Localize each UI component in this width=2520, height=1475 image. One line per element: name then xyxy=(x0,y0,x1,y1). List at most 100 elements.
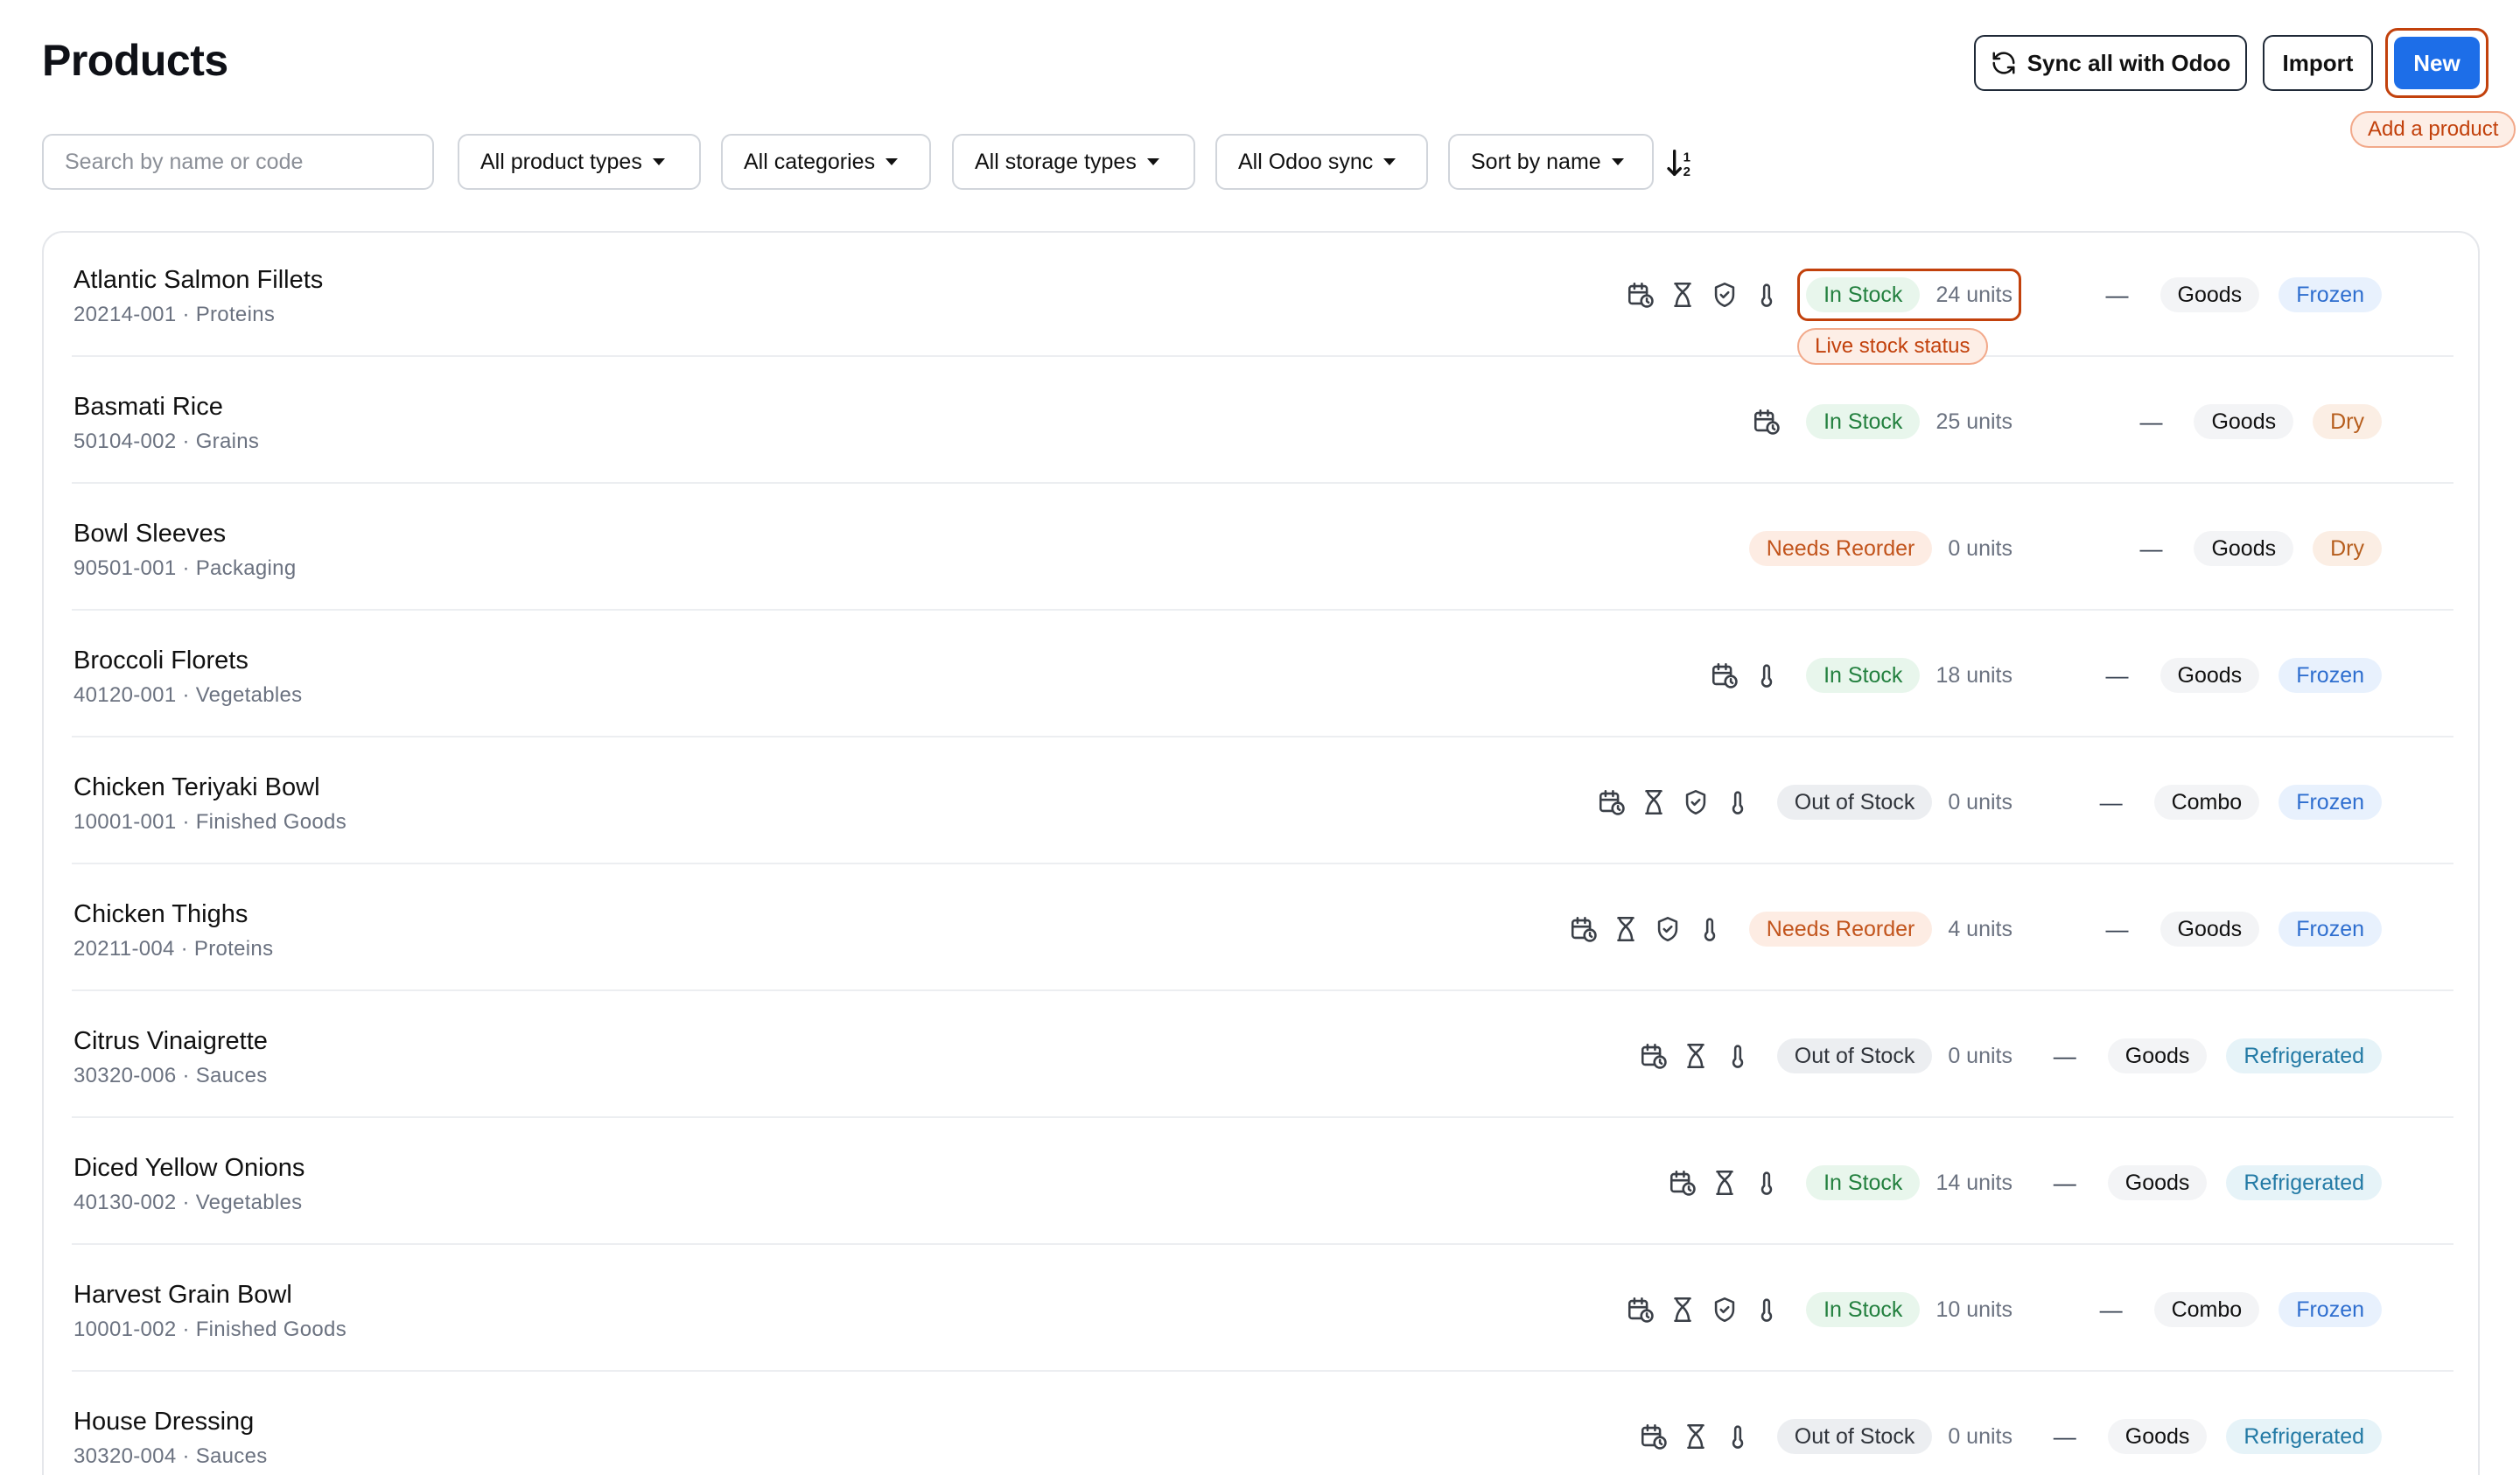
import-button[interactable]: Import xyxy=(2263,35,2373,91)
product-name[interactable]: Harvest Grain Bowl xyxy=(74,1281,292,1310)
stock-units: 4 units xyxy=(1948,916,2012,941)
product-type-filter-label: All product types xyxy=(480,149,642,174)
product-code-category: 30320-006 · Sauces xyxy=(74,1064,268,1087)
product-list: Atlantic Salmon Fillets 20214-001 · Prot… xyxy=(42,231,2480,1475)
stock-units: 14 units xyxy=(1936,1170,2012,1195)
product-type-badge: Goods xyxy=(2160,658,2260,693)
svg-text:1: 1 xyxy=(1684,150,1690,164)
calendar-clock-icon xyxy=(1571,916,1597,942)
storage-type-badge: Refrigerated xyxy=(2226,1419,2382,1454)
thermometer-icon xyxy=(1760,283,1773,307)
calendar-clock-icon xyxy=(1628,282,1654,308)
storage-type-badge: Frozen xyxy=(2278,785,2382,820)
stock-units: 10 units xyxy=(1936,1297,2012,1322)
product-code-category: 10001-001 · Finished Goods xyxy=(74,810,346,834)
stock-units: 0 units xyxy=(1948,1043,2012,1068)
shield-check-icon xyxy=(1685,789,1705,815)
product-meta: — Goods Frozen xyxy=(2106,657,2382,694)
stock-status: Out of Stock 0 units xyxy=(1639,1038,2012,1074)
product-meta: — Goods Frozen xyxy=(2106,911,2382,947)
category-filter[interactable]: All categories xyxy=(721,134,931,190)
product-attribute-icons xyxy=(1752,407,1782,437)
caret-down-icon xyxy=(1611,158,1624,165)
hourglass-icon xyxy=(1674,282,1691,308)
product-name[interactable]: Chicken Thighs xyxy=(74,900,248,929)
shield-check-icon xyxy=(1657,916,1677,942)
stock-status: Out of Stock 0 units xyxy=(1597,784,2012,821)
table-row[interactable]: Bowl Sleeves 90501-001 · Packaging Needs… xyxy=(72,486,2454,611)
product-name[interactable]: Citrus Vinaigrette xyxy=(74,1027,268,1056)
thermometer-icon xyxy=(1760,1171,1773,1195)
stock-units: 25 units xyxy=(1936,409,2012,434)
svg-text:2: 2 xyxy=(1684,164,1690,179)
status-badge: Needs Reorder xyxy=(1748,531,1933,566)
table-row[interactable]: Chicken Thighs 20211-004 · Proteins Need… xyxy=(72,867,2454,991)
odoo-sync-status: — xyxy=(2053,1169,2076,1196)
stock-status: Out of Stock 0 units xyxy=(1639,1418,2012,1455)
sort-direction-icon[interactable]: 1 2 xyxy=(1664,145,1699,180)
stock-status: Needs Reorder 4 units xyxy=(1569,911,2012,947)
sort-select-label: Sort by name xyxy=(1471,149,1601,174)
calendar-clock-icon xyxy=(1754,409,1780,435)
table-row[interactable]: House Dressing 30320-004 · Sauces Out of… xyxy=(72,1374,2454,1475)
product-name[interactable]: Basmati Rice xyxy=(74,393,223,422)
stock-status-highlight xyxy=(1797,269,2021,321)
table-row[interactable]: Citrus Vinaigrette 30320-006 · Sauces Ou… xyxy=(72,994,2454,1118)
product-name[interactable]: Chicken Teriyaki Bowl xyxy=(74,773,320,802)
hourglass-icon xyxy=(1686,1043,1704,1069)
product-name[interactable]: Atlantic Salmon Fillets xyxy=(74,266,323,295)
hourglass-icon xyxy=(1716,1170,1733,1196)
product-code-category: 30320-004 · Sauces xyxy=(74,1444,268,1468)
table-row[interactable]: Basmati Rice 50104-002 · Grains In Stock… xyxy=(72,360,2454,484)
odoo-sync-status: — xyxy=(2139,535,2163,562)
table-row[interactable]: Atlantic Salmon Fillets 20214-001 · Prot… xyxy=(72,233,2454,365)
caret-down-icon xyxy=(1383,158,1396,165)
hourglass-icon xyxy=(1617,916,1634,942)
thermometer-icon xyxy=(1760,664,1773,688)
product-attribute-icons xyxy=(1626,1295,1782,1325)
product-attribute-icons xyxy=(1569,914,1725,944)
shield-check-icon xyxy=(1714,282,1735,308)
calendar-clock-icon xyxy=(1641,1423,1667,1450)
product-meta: — Goods Refrigerated xyxy=(2054,1038,2382,1074)
product-attribute-icons xyxy=(1668,1168,1782,1198)
hourglass-icon xyxy=(1644,789,1662,815)
status-badge: Out of Stock xyxy=(1776,1038,1933,1073)
odoo-sync-filter[interactable]: All Odoo sync xyxy=(1215,134,1428,190)
product-name[interactable]: House Dressing xyxy=(74,1408,254,1437)
sort-select[interactable]: Sort by name xyxy=(1448,134,1654,190)
stock-status: Needs Reorder 0 units xyxy=(1748,530,2012,567)
product-type-filter[interactable]: All product types xyxy=(458,134,701,190)
status-badge: In Stock xyxy=(1806,1292,1921,1327)
product-name[interactable]: Broccoli Florets xyxy=(74,647,248,675)
product-attribute-icons xyxy=(1639,1041,1753,1071)
product-code-category: 20211-004 · Proteins xyxy=(74,937,274,961)
product-meta: — Goods Refrigerated xyxy=(2054,1164,2382,1201)
product-type-badge: Goods xyxy=(2160,912,2260,947)
product-code-category: 40130-002 · Vegetables xyxy=(74,1191,303,1214)
table-row[interactable]: Broccoli Florets 40120-001 · Vegetables … xyxy=(72,613,2454,738)
table-row[interactable]: Diced Yellow Onions 40130-002 · Vegetabl… xyxy=(72,1121,2454,1245)
sync-all-button[interactable]: Sync all with Odoo xyxy=(1974,35,2247,91)
product-meta: — Goods Dry xyxy=(2139,530,2382,567)
new-button[interactable]: New xyxy=(2394,37,2480,89)
table-row[interactable]: Chicken Teriyaki Bowl 10001-001 · Finish… xyxy=(72,740,2454,864)
caret-down-icon xyxy=(886,158,899,165)
product-type-badge: Combo xyxy=(2153,785,2260,820)
storage-type-badge: Frozen xyxy=(2278,658,2382,693)
table-row[interactable]: Harvest Grain Bowl 10001-002 · Finished … xyxy=(72,1248,2454,1372)
product-meta: — Combo Frozen xyxy=(2100,784,2382,821)
storage-type-badge: Refrigerated xyxy=(2226,1165,2382,1200)
thermometer-icon xyxy=(1732,1045,1743,1068)
product-meta: — Goods Dry xyxy=(2139,403,2382,440)
storage-type-filter[interactable]: All storage types xyxy=(952,134,1195,190)
thermometer-icon xyxy=(1760,1298,1773,1322)
refresh-icon xyxy=(1992,52,2015,74)
storage-type-badge: Frozen xyxy=(2278,277,2382,312)
product-name[interactable]: Bowl Sleeves xyxy=(74,520,226,549)
status-badge: Needs Reorder xyxy=(1748,912,1933,947)
odoo-sync-status: — xyxy=(2105,661,2129,689)
product-name[interactable]: Diced Yellow Onions xyxy=(74,1154,304,1183)
search-input[interactable] xyxy=(42,134,434,190)
product-code-category: 10001-002 · Finished Goods xyxy=(74,1318,346,1341)
